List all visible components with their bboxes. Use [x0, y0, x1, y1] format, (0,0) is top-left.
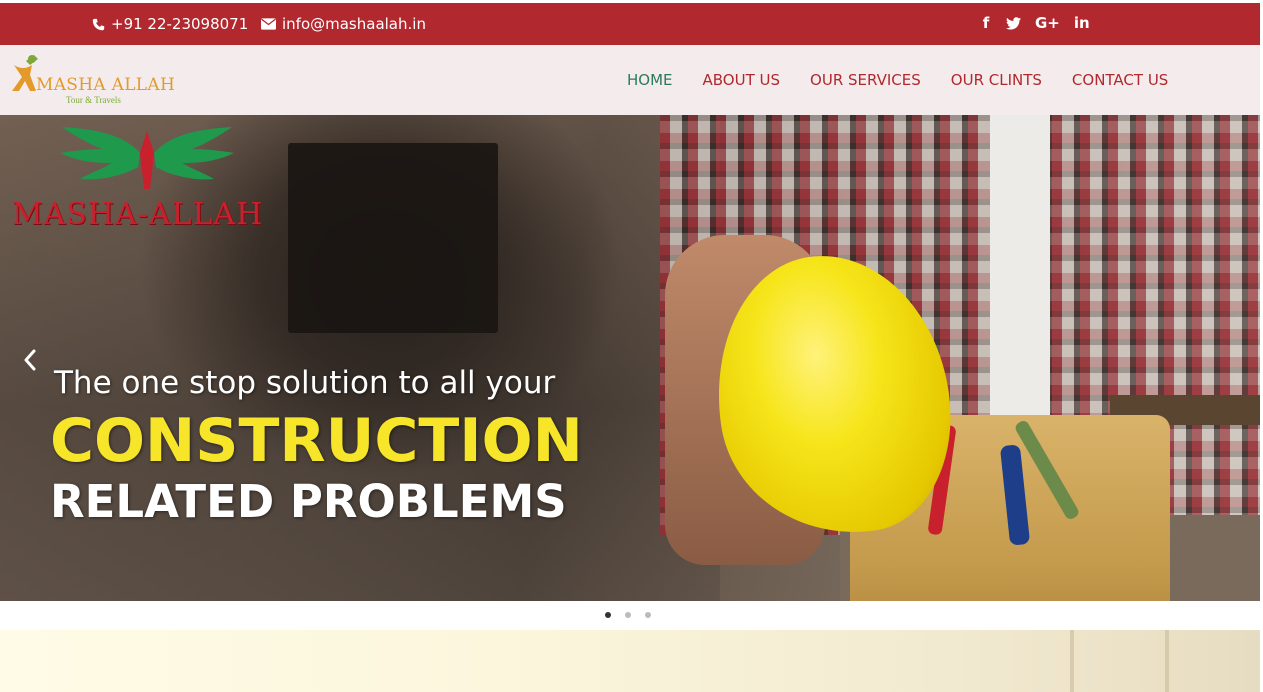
hero-caption-line3: RELATED PROBLEMS — [50, 475, 567, 528]
twitter-icon[interactable] — [1006, 16, 1021, 30]
phone-number: +91 22-23098071 — [111, 15, 249, 33]
social-links: f G+ in — [980, 15, 1090, 31]
hero-caption-line1: The one stop solution to all your — [54, 365, 556, 401]
nav-our-services[interactable]: OUR SERVICES — [810, 71, 921, 89]
next-section-beam — [1070, 630, 1074, 692]
logo-subtitle: Tour & Travels — [66, 95, 121, 105]
hero-brand-logo: MASHA-ALLAH — [12, 123, 282, 233]
facebook-icon[interactable]: f — [980, 15, 992, 31]
nav-about-us[interactable]: ABOUT US — [703, 71, 781, 89]
phone-contact[interactable]: +91 22-23098071 — [92, 15, 248, 33]
hero-caption: The one stop solution to all your CONSTR… — [50, 365, 583, 529]
carousel-indicator-1[interactable] — [605, 612, 611, 618]
linkedin-icon[interactable]: in — [1074, 15, 1090, 31]
hero-undershirt — [990, 115, 1050, 415]
hero-carousel: MASHA-ALLAH The one stop solution to all… — [0, 115, 1260, 601]
email-address: info@mashaalah.in — [282, 15, 426, 33]
email-contact[interactable]: info@mashaalah.in — [261, 15, 426, 33]
chevron-left-icon — [24, 349, 36, 371]
carousel-indicators — [605, 612, 651, 618]
main-navbar: MASHA ALLAH Tour & Travels HOME ABOUT US… — [0, 45, 1260, 115]
hero-background-window — [288, 143, 498, 333]
carousel-indicator-3[interactable] — [645, 612, 651, 618]
site-logo[interactable]: MASHA ALLAH Tour & Travels — [10, 53, 175, 109]
top-contact-bar: +91 22-23098071 info@mashaalah.in f G+ i… — [0, 3, 1260, 45]
phone-icon — [92, 18, 105, 30]
google-plus-icon[interactable]: G+ — [1035, 15, 1060, 31]
nav-contact-us[interactable]: CONTACT US — [1072, 71, 1168, 89]
hero-caption-line2: CONSTRUCTION — [50, 406, 583, 476]
next-section-beam — [1165, 630, 1169, 692]
hero-brand-text: MASHA-ALLAH — [12, 197, 264, 232]
carousel-prev-button[interactable] — [18, 345, 42, 375]
primary-nav: HOME ABOUT US OUR SERVICES OUR CLINTS CO… — [627, 71, 1198, 89]
logo-title: MASHA ALLAH — [36, 75, 176, 95]
nav-our-clints[interactable]: OUR CLINTS — [951, 71, 1042, 89]
wings-emblem-icon — [60, 127, 234, 189]
envelope-icon — [261, 18, 276, 30]
next-section-preview — [0, 630, 1260, 692]
nav-home[interactable]: HOME — [627, 71, 673, 89]
carousel-indicator-2[interactable] — [625, 612, 631, 618]
